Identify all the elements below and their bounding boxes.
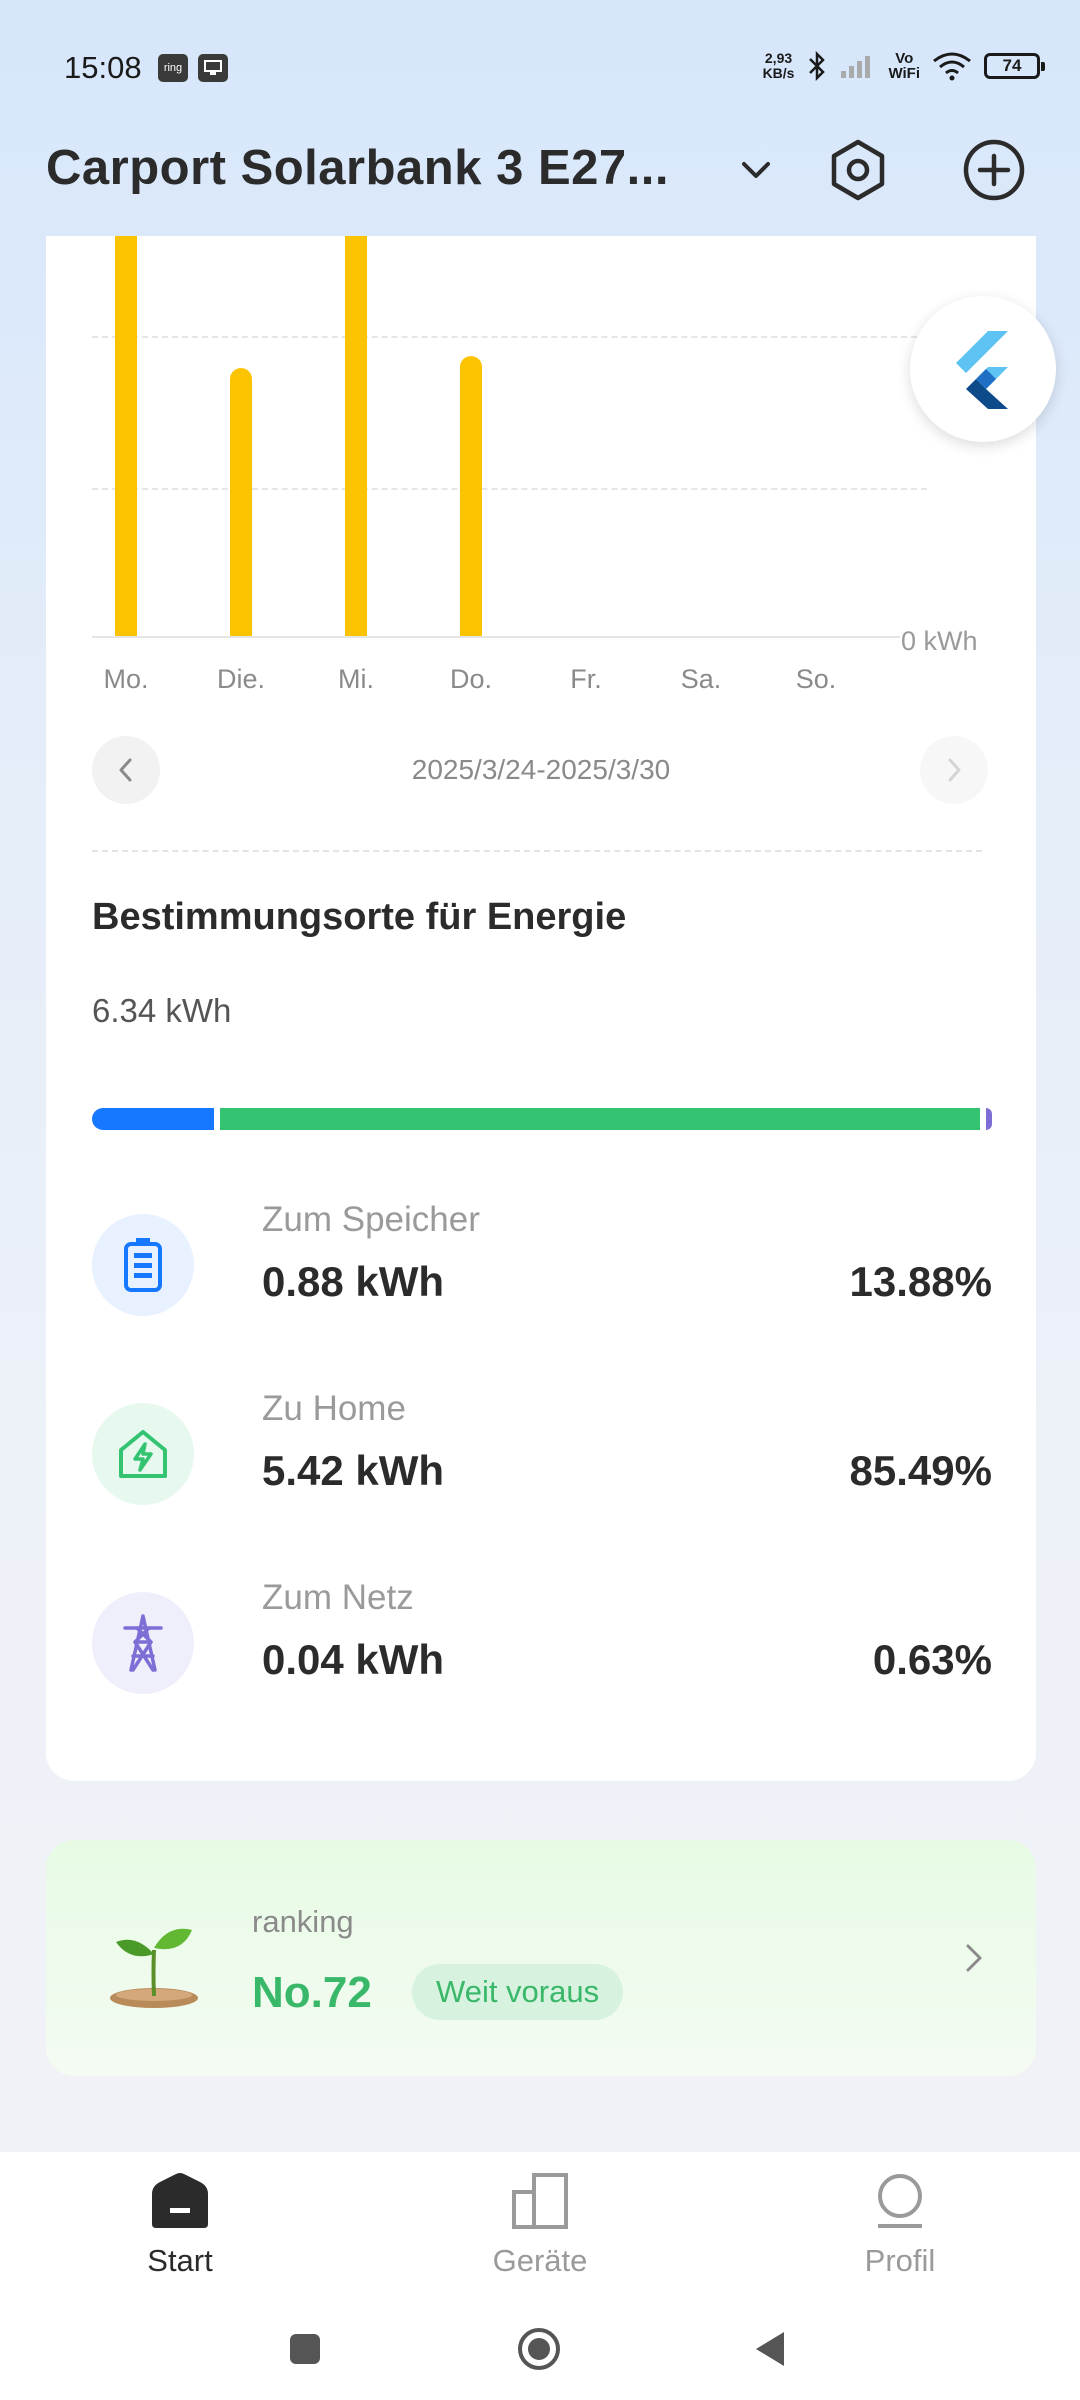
total-energy: 6.34 kWh (92, 992, 232, 1029)
devices-icon (512, 2173, 568, 2229)
distribution-bar (92, 1108, 992, 1130)
wifi-icon (933, 52, 971, 81)
nav-label: Geräte (492, 2243, 588, 2278)
add-circle-icon[interactable] (962, 138, 1026, 202)
status-time: 15:08 (64, 50, 142, 85)
home-circle-icon[interactable] (516, 2326, 562, 2372)
destination-label: Zum Netz (262, 1578, 414, 1617)
x-axis-label: Mi. (338, 664, 374, 694)
destination-percent: 13.88% (849, 1258, 992, 1305)
section-title: Bestimmungsorte für Energie (92, 896, 627, 938)
x-axis-label: So. (795, 664, 837, 694)
flutter-logo-icon (956, 331, 1008, 409)
weekly-bar-chart: Mo. Die. Mi. Do. Fr. Sa. So. 0 kWh (46, 236, 1036, 706)
nav-label: Start (147, 2243, 213, 2278)
chart-bar[interactable] (460, 356, 482, 636)
sprout-icon (110, 1928, 198, 2008)
chevron-right-icon (948, 758, 961, 782)
signal-icon (841, 56, 871, 78)
net-speed: 2,93 KB/s (762, 50, 795, 81)
x-axis-label: Fr. (570, 664, 602, 694)
power-tower-icon (92, 1592, 194, 1694)
grid-line (92, 336, 927, 338)
chart-bar[interactable] (115, 236, 137, 636)
storage-segment (92, 1108, 214, 1130)
destination-value: 0.04 kWh (262, 1636, 445, 1683)
device-title[interactable]: Carport Solarbank 3 E27... (46, 140, 669, 196)
section-divider (92, 850, 982, 852)
ranking-card[interactable]: ranking No.72 Weit voraus (46, 1840, 1036, 2076)
ring-app-icon: ring (158, 54, 188, 82)
destination-row-storage[interactable]: Zum Speicher 0.88 kWh 13.88% (92, 1200, 992, 1320)
x-axis-label: Sa. (680, 664, 722, 694)
grid-line (92, 488, 927, 490)
destination-label: Zum Speicher (262, 1200, 480, 1239)
energy-card: Mo. Die. Mi. Do. Fr. Sa. So. 0 kWh 2025/3/24-2… (46, 236, 1036, 1781)
chart-baseline (92, 636, 900, 638)
chevron-down-icon[interactable] (736, 150, 776, 190)
destination-value: 0.88 kWh (262, 1258, 445, 1305)
flutter-fab[interactable] (910, 296, 1056, 442)
status-bar: 15:08 ring 2,93 KB/s Vo WiFi 74 (0, 0, 1080, 130)
chevron-right-icon[interactable] (962, 1940, 986, 1976)
chart-bar[interactable] (345, 236, 367, 636)
date-range: 2025/3/24-2025/3/30 (411, 754, 671, 785)
grid-segment (986, 1108, 992, 1130)
back-triangle-icon[interactable] (752, 2330, 788, 2368)
nav-item-start[interactable]: Start (80, 2172, 280, 2279)
destination-value: 5.42 kWh (262, 1447, 445, 1494)
nav-label: Profil (864, 2243, 936, 2278)
destination-percent: 0.63% (872, 1636, 992, 1683)
nav-item-profile[interactable]: Profil (800, 2172, 1000, 2279)
status-notification-icons: ring (158, 54, 228, 82)
battery-icon (92, 1214, 194, 1316)
nav-item-devices[interactable]: Geräte (440, 2172, 640, 2279)
home-segment (220, 1108, 980, 1130)
battery-indicator: 74 (984, 53, 1045, 79)
next-week-button[interactable] (920, 736, 988, 804)
profile-icon (878, 2174, 922, 2228)
date-navigation: 2025/3/24-2025/3/30 (46, 736, 1036, 806)
x-axis-label: Do. (449, 664, 493, 694)
destination-row-grid[interactable]: Zum Netz 0.04 kWh 0.63% (92, 1578, 992, 1698)
ranking-value: No.72 (252, 1968, 372, 2017)
recents-square-icon[interactable] (288, 2332, 322, 2366)
vowifi-label: Vo WiFi (888, 50, 920, 82)
ranking-label: ranking (252, 1904, 354, 1939)
status-right-icons: 2,93 KB/s Vo WiFi 74 (762, 50, 1045, 82)
destination-percent: 85.49% (849, 1447, 992, 1494)
home-icon (152, 2173, 208, 2228)
x-axis-label: Mo. (103, 664, 149, 694)
cast-icon (198, 54, 228, 82)
system-navigation (0, 2318, 1080, 2378)
chart-bar[interactable] (230, 368, 252, 636)
destination-label: Zu Home (262, 1389, 406, 1428)
ranking-badge: Weit voraus (412, 1964, 624, 2020)
x-axis-label: Die. (216, 664, 265, 694)
y-axis-label: 0 kWh (901, 626, 978, 656)
settings-hex-icon[interactable] (826, 138, 890, 202)
destination-row-home[interactable]: Zu Home 5.42 kWh 85.49% (92, 1389, 992, 1509)
home-lightning-icon (92, 1403, 194, 1505)
bluetooth-icon (809, 50, 826, 82)
